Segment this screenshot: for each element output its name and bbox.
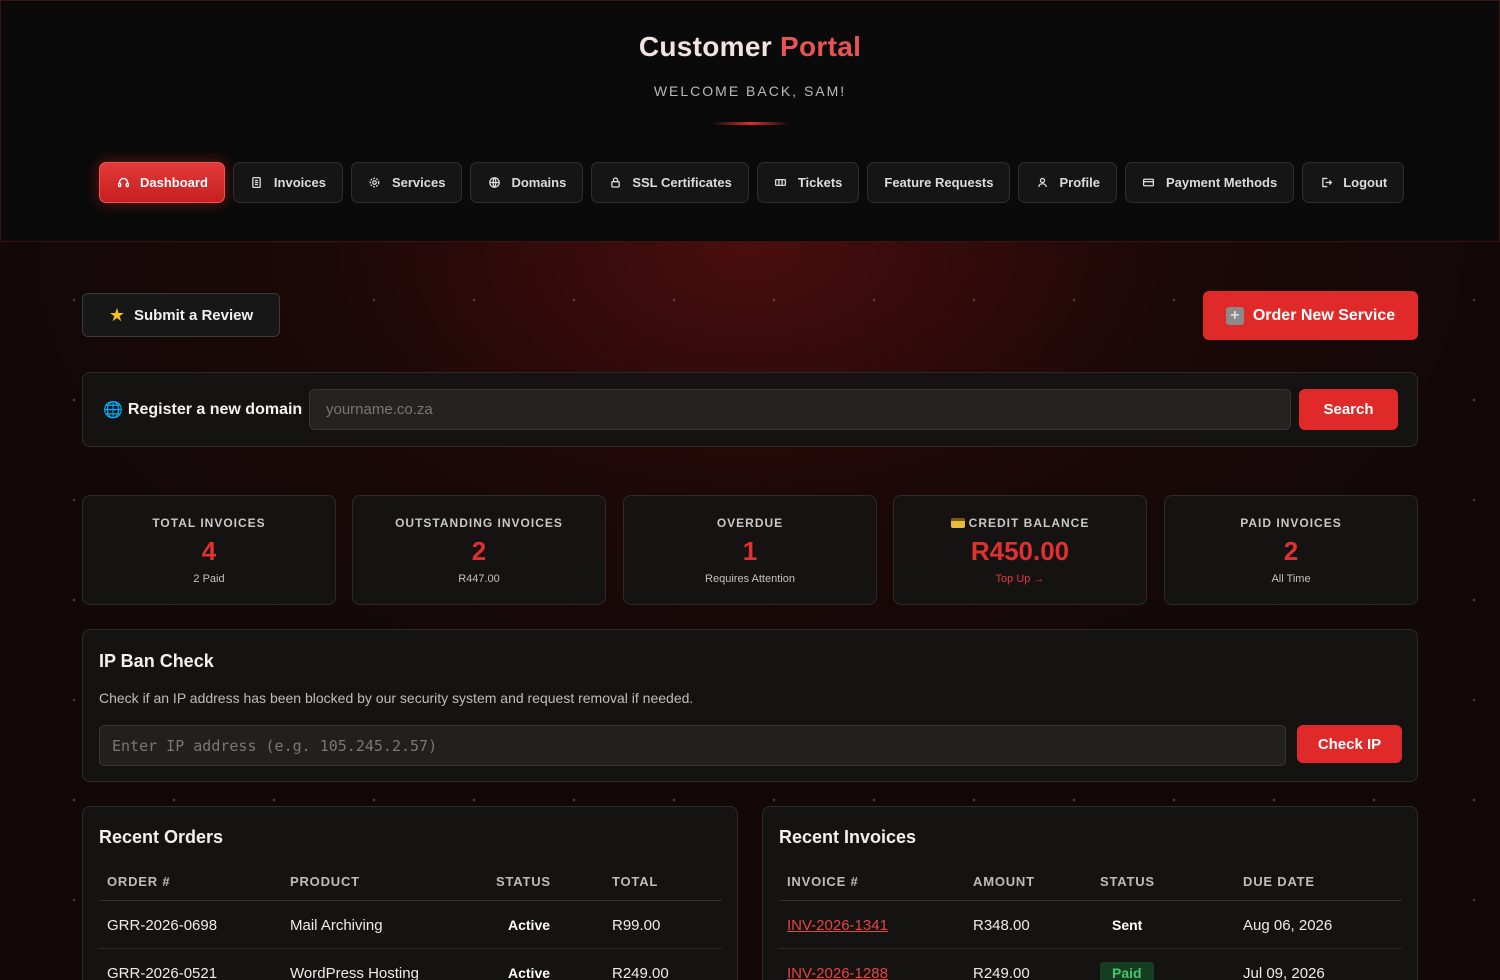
recent-invoices-card: Recent Invoices INVOICE # AMOUNT STATUS … <box>762 806 1418 980</box>
credit-card-icon <box>1142 176 1156 190</box>
nav-label: Dashboard <box>140 175 208 190</box>
top-up-link[interactable]: Top Up → <box>894 573 1146 585</box>
domain-search-label: 🌐 Register a new domain <box>103 401 303 419</box>
check-ip-button[interactable]: Check IP <box>1297 725 1402 763</box>
nav-profile[interactable]: Profile <box>1018 162 1117 203</box>
order-new-service-button[interactable]: + Order New Service <box>1203 291 1418 340</box>
nav-tickets[interactable]: Tickets <box>756 162 860 203</box>
plus-icon: + <box>1225 306 1244 325</box>
nav-domains[interactable]: Domains <box>470 162 584 203</box>
nav-invoices[interactable]: Invoices <box>232 162 343 203</box>
nav-ssl-certificates[interactable]: SSL Certificates <box>591 162 749 203</box>
globe-icon: 🌐 <box>103 402 123 419</box>
page-title: Customer Portal <box>638 31 862 62</box>
nav-dashboard[interactable]: Dashboard <box>99 162 225 203</box>
ticket-icon <box>774 176 788 190</box>
nav-label: Logout <box>1343 175 1388 190</box>
nav-label: Profile <box>1059 175 1100 190</box>
nav-label: SSL Certificates <box>632 175 732 190</box>
recent-orders-card: Recent Orders ORDER # PRODUCT STATUS TOT… <box>82 806 738 980</box>
logout-icon <box>1319 176 1333 190</box>
table-header-row: ORDER # PRODUCT STATUS TOTAL <box>99 867 722 901</box>
nav-feature-requests[interactable]: Feature Requests <box>867 162 1011 203</box>
table-row[interactable]: INV-2026-1341 R348.00 Sent Aug 06, 2026 <box>779 900 1402 949</box>
domain-search-card: 🌐 Register a new domain Search <box>82 372 1418 447</box>
table-row[interactable]: GRR-2026-0521 WordPress Hosting Active R… <box>99 948 722 980</box>
gear-icon <box>368 176 382 190</box>
nav-services[interactable]: Services <box>350 162 463 203</box>
stat-paid-invoices: PAID INVOICES 2 All Time <box>1164 495 1418 605</box>
welcome-message: WELCOME BACK, SAM! <box>653 83 847 99</box>
table-header-row: INVOICE # AMOUNT STATUS DUE DATE <box>779 867 1402 901</box>
domain-search-input[interactable] <box>309 389 1291 430</box>
recent-orders-title: Recent Orders <box>99 827 224 847</box>
nav-label: Invoices <box>273 175 326 190</box>
nav-label: Services <box>391 175 446 190</box>
ip-ban-title: IP Ban Check <box>99 651 214 671</box>
domain-search-button[interactable]: Search <box>1299 389 1398 430</box>
globe-icon <box>487 176 501 190</box>
star-icon: ★ <box>108 304 125 325</box>
nav-label: Domains <box>511 175 567 190</box>
ip-ban-check-card: IP Ban Check Check if an IP address has … <box>82 629 1418 782</box>
recent-invoices-title: Recent Invoices <box>779 827 917 847</box>
invoice-link[interactable]: INV-2026-1341 <box>787 917 888 934</box>
table-row[interactable]: GRR-2026-0698 Mail Archiving Active R99.… <box>99 900 722 949</box>
nav-logout[interactable]: Logout <box>1302 162 1405 203</box>
stat-total-invoices: TOTAL INVOICES 4 2 Paid <box>82 495 336 605</box>
title-divider <box>712 122 790 125</box>
headset-icon <box>116 176 130 190</box>
invoice-link[interactable]: INV-2026-1288 <box>787 965 888 980</box>
stat-outstanding-invoices: OUTSTANDING INVOICES 2 R447.00 <box>352 495 606 605</box>
nav-label: Payment Methods <box>1165 175 1278 190</box>
lock-icon <box>608 176 622 190</box>
credit-card-icon <box>950 518 965 528</box>
status-badge: Paid <box>1100 962 1154 980</box>
recent-invoices-table: INVOICE # AMOUNT STATUS DUE DATE INV-202… <box>779 867 1402 980</box>
nav-label: Feature Requests <box>884 175 994 190</box>
main-nav: Dashboard Invoices Services Domains SSL … <box>99 162 1405 203</box>
stat-overdue: OVERDUE 1 Requires Attention <box>623 495 877 605</box>
nav-payment-methods[interactable]: Payment Methods <box>1124 162 1295 203</box>
status-badge: Sent <box>1112 917 1143 933</box>
document-icon <box>250 176 264 190</box>
status-badge: Active <box>508 965 551 980</box>
portal-header: Customer Portal WELCOME BACK, SAM! Dashb… <box>0 0 1500 242</box>
recent-orders-table: ORDER # PRODUCT STATUS TOTAL GRR-2026-06… <box>99 867 722 980</box>
nav-label: Tickets <box>797 175 843 190</box>
user-icon <box>1035 176 1049 190</box>
submit-review-button[interactable]: ★ Submit a Review <box>82 293 280 337</box>
ip-address-input[interactable] <box>99 725 1286 766</box>
table-row[interactable]: INV-2026-1288 R249.00 Paid Jul 09, 2026 <box>779 948 1402 980</box>
status-badge: Active <box>508 917 551 933</box>
stat-credit-balance: CREDIT BALANCE R450.00 Top Up → <box>893 495 1147 605</box>
ip-ban-description: Check if an IP address has been blocked … <box>99 690 694 706</box>
